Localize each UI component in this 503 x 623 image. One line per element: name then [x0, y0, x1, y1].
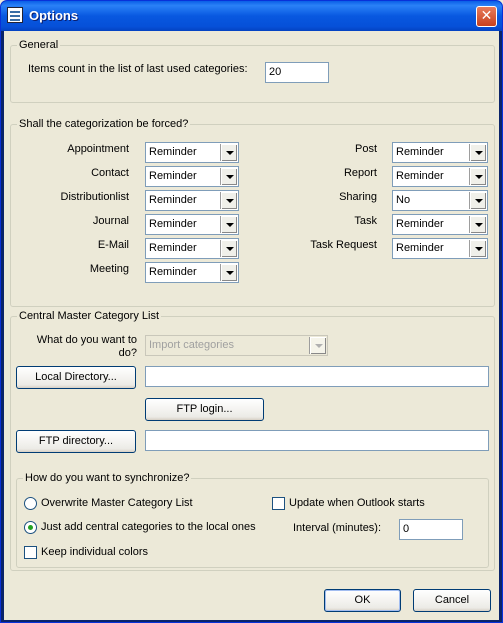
- meeting-label: Meeting: [89, 263, 129, 275]
- local-directory-button[interactable]: Local Directory...: [16, 366, 136, 389]
- dropdown-arrow-icon: [220, 240, 237, 257]
- what-do-you-want-select[interactable]: Import categories: [145, 335, 328, 356]
- just-add-label[interactable]: Just add central categories to the local…: [41, 521, 256, 533]
- dropdown-arrow-icon: [469, 216, 486, 233]
- overwrite-label[interactable]: Overwrite Master Category List: [41, 497, 193, 509]
- dropdown-arrow-icon: [220, 216, 237, 233]
- meeting-select[interactable]: Reminder: [145, 262, 239, 283]
- report-select[interactable]: Reminder: [392, 166, 488, 187]
- dialog-body: General Items count in the list of last …: [4, 31, 499, 620]
- overwrite-radio[interactable]: [24, 497, 37, 510]
- dropdown-arrow-icon: [469, 168, 486, 185]
- update-on-start-label[interactable]: Update when Outlook starts: [289, 497, 425, 509]
- dropdown-arrow-icon: [469, 192, 486, 209]
- what-do-you-want-label: What do you want to do?: [36, 334, 137, 359]
- task-label: Task: [354, 215, 377, 227]
- ok-button[interactable]: OK: [324, 589, 401, 612]
- items-count-label: Items count in the list of last used cat…: [28, 63, 248, 75]
- sharing-select[interactable]: No: [392, 190, 488, 211]
- ftp-login-button[interactable]: FTP login...: [145, 398, 264, 421]
- just-add-radio[interactable]: [24, 521, 37, 534]
- post-label: Post: [354, 143, 377, 155]
- window-title: Options: [29, 8, 79, 23]
- email-label: E-Mail: [97, 239, 129, 251]
- central-master-group: Central Master Category List What do you…: [10, 310, 495, 571]
- options-window: Options ✕ General Items count in the lis…: [0, 0, 503, 623]
- journal-label: Journal: [92, 215, 129, 227]
- task-request-select[interactable]: Reminder: [392, 238, 488, 259]
- interval-label: Interval (minutes):: [293, 522, 382, 534]
- dropdown-arrow-icon: [220, 192, 237, 209]
- sync-group: How do you want to synchronize? Overwrit…: [16, 472, 489, 568]
- title-bar[interactable]: Options ✕: [1, 1, 502, 31]
- task-select[interactable]: Reminder: [392, 214, 488, 235]
- cancel-button[interactable]: Cancel: [413, 589, 491, 612]
- task-request-label: Task Request: [310, 239, 377, 251]
- close-button[interactable]: ✕: [476, 6, 497, 27]
- ftp-directory-button[interactable]: FTP directory...: [16, 430, 136, 453]
- items-count-input[interactable]: 20: [265, 62, 329, 83]
- journal-select[interactable]: Reminder: [145, 214, 239, 235]
- update-on-start-checkbox[interactable]: [272, 497, 285, 510]
- general-legend: General: [17, 39, 61, 51]
- email-select[interactable]: Reminder: [145, 238, 239, 259]
- dropdown-arrow-icon: [220, 264, 237, 281]
- forced-categorization-group: Shall the categorization be forced? Appo…: [10, 118, 495, 307]
- post-select[interactable]: Reminder: [392, 142, 488, 163]
- forced-legend: Shall the categorization be forced?: [17, 118, 191, 130]
- sync-legend: How do you want to synchronize?: [23, 472, 192, 484]
- interval-input[interactable]: 0: [399, 519, 463, 540]
- contact-label: Contact: [91, 167, 129, 179]
- dropdown-arrow-icon: [469, 240, 486, 257]
- dropdown-arrow-icon: [220, 168, 237, 185]
- sharing-label: Sharing: [339, 191, 377, 203]
- appointment-select[interactable]: Reminder: [145, 142, 239, 163]
- dropdown-arrow-icon: [220, 144, 237, 161]
- report-label: Report: [343, 167, 377, 179]
- central-legend: Central Master Category List: [17, 310, 161, 322]
- dropdown-arrow-icon: [309, 337, 326, 354]
- local-directory-input[interactable]: [145, 366, 489, 387]
- window-options-icon: [7, 7, 23, 23]
- keep-colors-checkbox[interactable]: [24, 546, 37, 559]
- dropdown-arrow-icon: [469, 144, 486, 161]
- general-group: General Items count in the list of last …: [10, 39, 495, 103]
- distributionlist-label: Distributionlist: [60, 191, 129, 203]
- ftp-directory-input[interactable]: [145, 430, 489, 451]
- appointment-label: Appointment: [67, 143, 129, 155]
- contact-select[interactable]: Reminder: [145, 166, 239, 187]
- keep-colors-label[interactable]: Keep individual colors: [41, 546, 148, 558]
- distributionlist-select[interactable]: Reminder: [145, 190, 239, 211]
